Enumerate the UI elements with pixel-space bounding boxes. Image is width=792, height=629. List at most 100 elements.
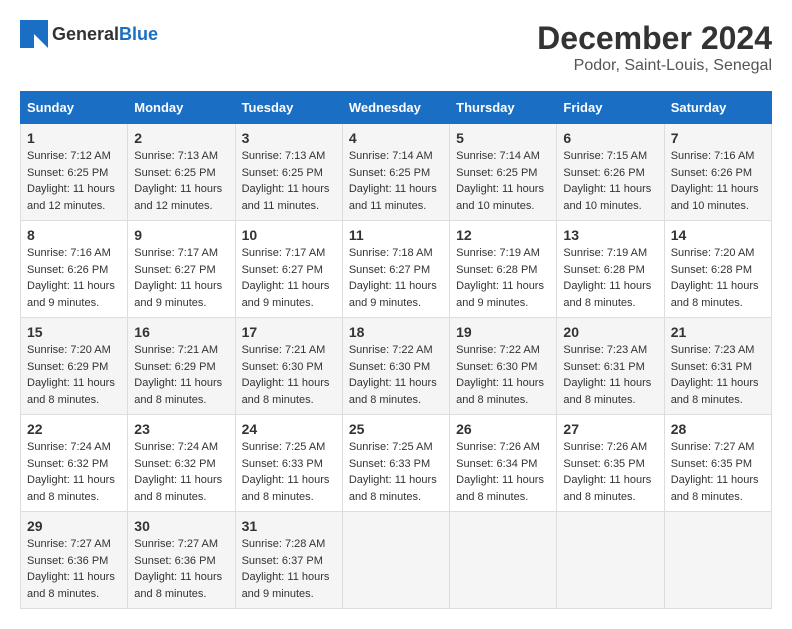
weekday-header-sunday: Sunday	[21, 92, 128, 124]
day-number: 23	[134, 421, 228, 437]
day-number: 27	[563, 421, 657, 437]
day-info: Sunrise: 7:26 AM Sunset: 6:35 PM Dayligh…	[563, 439, 657, 505]
calendar-cell: 29 Sunrise: 7:27 AM Sunset: 6:36 PM Dayl…	[21, 512, 128, 609]
daylight-label: Daylight: 11 hours and 10 minutes.	[671, 183, 759, 212]
sunrise-label: Sunrise: 7:16 AM	[671, 150, 755, 162]
sunrise-label: Sunrise: 7:23 AM	[671, 344, 755, 356]
calendar-cell: 5 Sunrise: 7:14 AM Sunset: 6:25 PM Dayli…	[450, 124, 557, 221]
day-info: Sunrise: 7:25 AM Sunset: 6:33 PM Dayligh…	[242, 439, 336, 505]
sunrise-label: Sunrise: 7:26 AM	[563, 441, 647, 453]
sunset-label: Sunset: 6:26 PM	[27, 264, 108, 276]
daylight-label: Daylight: 11 hours and 8 minutes.	[563, 474, 651, 503]
calendar-cell: 16 Sunrise: 7:21 AM Sunset: 6:29 PM Dayl…	[128, 318, 235, 415]
day-info: Sunrise: 7:17 AM Sunset: 6:27 PM Dayligh…	[242, 245, 336, 311]
sunset-label: Sunset: 6:31 PM	[563, 361, 644, 373]
sunset-label: Sunset: 6:36 PM	[27, 555, 108, 567]
sunset-label: Sunset: 6:25 PM	[27, 167, 108, 179]
day-number: 25	[349, 421, 443, 437]
month-title: December 2024	[537, 20, 772, 57]
sunset-label: Sunset: 6:28 PM	[671, 264, 752, 276]
sunset-label: Sunset: 6:35 PM	[563, 458, 644, 470]
weekday-header-monday: Monday	[128, 92, 235, 124]
day-info: Sunrise: 7:27 AM Sunset: 6:36 PM Dayligh…	[27, 536, 121, 602]
sunset-label: Sunset: 6:33 PM	[349, 458, 430, 470]
calendar-cell: 24 Sunrise: 7:25 AM Sunset: 6:33 PM Dayl…	[235, 415, 342, 512]
daylight-label: Daylight: 11 hours and 9 minutes.	[27, 280, 115, 309]
sunrise-label: Sunrise: 7:28 AM	[242, 538, 326, 550]
day-info: Sunrise: 7:24 AM Sunset: 6:32 PM Dayligh…	[134, 439, 228, 505]
calendar-cell: 21 Sunrise: 7:23 AM Sunset: 6:31 PM Dayl…	[664, 318, 771, 415]
page-header: GeneralBlue December 2024 Podor, Saint-L…	[20, 20, 772, 75]
sunrise-label: Sunrise: 7:19 AM	[563, 247, 647, 259]
day-number: 1	[27, 130, 121, 146]
calendar-cell: 10 Sunrise: 7:17 AM Sunset: 6:27 PM Dayl…	[235, 221, 342, 318]
logo-general: General	[52, 24, 119, 44]
calendar-week-row: 22 Sunrise: 7:24 AM Sunset: 6:32 PM Dayl…	[21, 415, 772, 512]
sunrise-label: Sunrise: 7:20 AM	[27, 344, 111, 356]
day-number: 21	[671, 324, 765, 340]
day-number: 31	[242, 518, 336, 534]
sunset-label: Sunset: 6:33 PM	[242, 458, 323, 470]
daylight-label: Daylight: 11 hours and 8 minutes.	[27, 474, 115, 503]
day-info: Sunrise: 7:16 AM Sunset: 6:26 PM Dayligh…	[671, 148, 765, 214]
sunset-label: Sunset: 6:36 PM	[134, 555, 215, 567]
calendar-cell	[450, 512, 557, 609]
day-number: 15	[27, 324, 121, 340]
calendar-cell: 8 Sunrise: 7:16 AM Sunset: 6:26 PM Dayli…	[21, 221, 128, 318]
sunrise-label: Sunrise: 7:22 AM	[456, 344, 540, 356]
sunrise-label: Sunrise: 7:19 AM	[456, 247, 540, 259]
daylight-label: Daylight: 11 hours and 8 minutes.	[242, 474, 330, 503]
day-number: 14	[671, 227, 765, 243]
day-number: 6	[563, 130, 657, 146]
sunset-label: Sunset: 6:37 PM	[242, 555, 323, 567]
day-number: 13	[563, 227, 657, 243]
calendar-cell: 20 Sunrise: 7:23 AM Sunset: 6:31 PM Dayl…	[557, 318, 664, 415]
sunset-label: Sunset: 6:25 PM	[242, 167, 323, 179]
calendar-cell: 25 Sunrise: 7:25 AM Sunset: 6:33 PM Dayl…	[342, 415, 449, 512]
day-info: Sunrise: 7:18 AM Sunset: 6:27 PM Dayligh…	[349, 245, 443, 311]
calendar-cell: 18 Sunrise: 7:22 AM Sunset: 6:30 PM Dayl…	[342, 318, 449, 415]
day-info: Sunrise: 7:22 AM Sunset: 6:30 PM Dayligh…	[349, 342, 443, 408]
day-number: 10	[242, 227, 336, 243]
logo-wordmark: GeneralBlue	[52, 24, 158, 45]
day-number: 26	[456, 421, 550, 437]
sunset-label: Sunset: 6:31 PM	[671, 361, 752, 373]
daylight-label: Daylight: 11 hours and 8 minutes.	[349, 377, 437, 406]
title-block: December 2024 Podor, Saint-Louis, Senega…	[537, 20, 772, 75]
daylight-label: Daylight: 11 hours and 8 minutes.	[456, 377, 544, 406]
calendar-week-row: 1 Sunrise: 7:12 AM Sunset: 6:25 PM Dayli…	[21, 124, 772, 221]
calendar-cell: 11 Sunrise: 7:18 AM Sunset: 6:27 PM Dayl…	[342, 221, 449, 318]
sunset-label: Sunset: 6:30 PM	[349, 361, 430, 373]
sunrise-label: Sunrise: 7:27 AM	[671, 441, 755, 453]
day-info: Sunrise: 7:27 AM Sunset: 6:36 PM Dayligh…	[134, 536, 228, 602]
calendar-cell: 19 Sunrise: 7:22 AM Sunset: 6:30 PM Dayl…	[450, 318, 557, 415]
day-number: 29	[27, 518, 121, 534]
calendar-cell: 30 Sunrise: 7:27 AM Sunset: 6:36 PM Dayl…	[128, 512, 235, 609]
sunrise-label: Sunrise: 7:26 AM	[456, 441, 540, 453]
calendar-cell	[342, 512, 449, 609]
sunrise-label: Sunrise: 7:25 AM	[349, 441, 433, 453]
daylight-label: Daylight: 11 hours and 10 minutes.	[563, 183, 651, 212]
day-info: Sunrise: 7:17 AM Sunset: 6:27 PM Dayligh…	[134, 245, 228, 311]
sunrise-label: Sunrise: 7:24 AM	[134, 441, 218, 453]
day-number: 12	[456, 227, 550, 243]
sunset-label: Sunset: 6:30 PM	[242, 361, 323, 373]
sunrise-label: Sunrise: 7:21 AM	[242, 344, 326, 356]
day-number: 28	[671, 421, 765, 437]
calendar-cell: 22 Sunrise: 7:24 AM Sunset: 6:32 PM Dayl…	[21, 415, 128, 512]
daylight-label: Daylight: 11 hours and 8 minutes.	[671, 280, 759, 309]
calendar-cell: 28 Sunrise: 7:27 AM Sunset: 6:35 PM Dayl…	[664, 415, 771, 512]
sunset-label: Sunset: 6:26 PM	[563, 167, 644, 179]
calendar-cell: 14 Sunrise: 7:20 AM Sunset: 6:28 PM Dayl…	[664, 221, 771, 318]
sunrise-label: Sunrise: 7:15 AM	[563, 150, 647, 162]
daylight-label: Daylight: 11 hours and 11 minutes.	[349, 183, 437, 212]
calendar-week-row: 15 Sunrise: 7:20 AM Sunset: 6:29 PM Dayl…	[21, 318, 772, 415]
daylight-label: Daylight: 11 hours and 9 minutes.	[456, 280, 544, 309]
calendar-cell: 6 Sunrise: 7:15 AM Sunset: 6:26 PM Dayli…	[557, 124, 664, 221]
daylight-label: Daylight: 11 hours and 8 minutes.	[563, 377, 651, 406]
day-number: 2	[134, 130, 228, 146]
day-number: 16	[134, 324, 228, 340]
sunset-label: Sunset: 6:29 PM	[27, 361, 108, 373]
sunrise-label: Sunrise: 7:23 AM	[563, 344, 647, 356]
day-info: Sunrise: 7:15 AM Sunset: 6:26 PM Dayligh…	[563, 148, 657, 214]
